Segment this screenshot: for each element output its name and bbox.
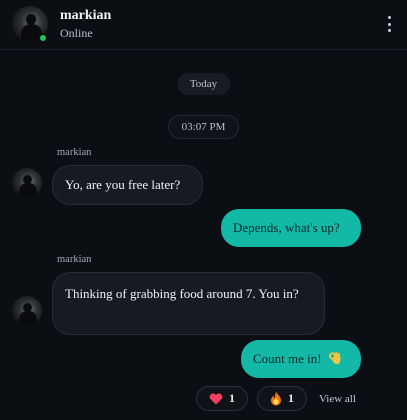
message-sender-name: markian xyxy=(57,254,92,265)
message-bubble-incoming[interactable]: Yo, are you free later? xyxy=(52,165,203,205)
reactions-bar: 1 1 View all xyxy=(196,386,356,411)
sender-avatar[interactable] xyxy=(12,168,42,198)
contact-name[interactable]: markian xyxy=(60,8,111,24)
message-bubble-incoming[interactable]: Thinking of grabbing food around 7. You … xyxy=(52,272,325,335)
heart-icon xyxy=(209,392,223,405)
reaction-count: 1 xyxy=(229,391,235,405)
online-status-dot xyxy=(38,33,48,43)
reaction-count: 1 xyxy=(288,391,294,405)
fire-icon xyxy=(270,391,282,406)
message-bubble-outgoing[interactable]: Count me in! xyxy=(241,340,361,378)
view-all-reactions-link[interactable]: View all xyxy=(319,393,356,405)
message-sender-name: markian xyxy=(57,147,92,158)
date-separator: Today xyxy=(176,73,231,95)
message-text: Thinking of grabbing food around 7. You … xyxy=(65,286,299,301)
more-options-icon[interactable] xyxy=(383,14,395,34)
reaction-fire[interactable]: 1 xyxy=(257,386,307,411)
message-text: Count me in! xyxy=(253,351,322,366)
chat-window: markian Online Today 03:07 PM markian Yo… xyxy=(0,0,407,420)
sender-avatar[interactable] xyxy=(12,296,42,326)
time-separator: 03:07 PM xyxy=(167,115,240,139)
message-bubble-outgoing[interactable]: Depends, what's up? xyxy=(221,209,361,247)
contact-status: Online xyxy=(60,26,93,40)
reaction-heart[interactable]: 1 xyxy=(196,386,248,411)
chat-header: markian Online xyxy=(0,0,407,50)
ok-hand-icon xyxy=(328,351,342,365)
message-text: Yo, are you free later? xyxy=(65,177,181,192)
message-text: Depends, what's up? xyxy=(233,220,340,235)
